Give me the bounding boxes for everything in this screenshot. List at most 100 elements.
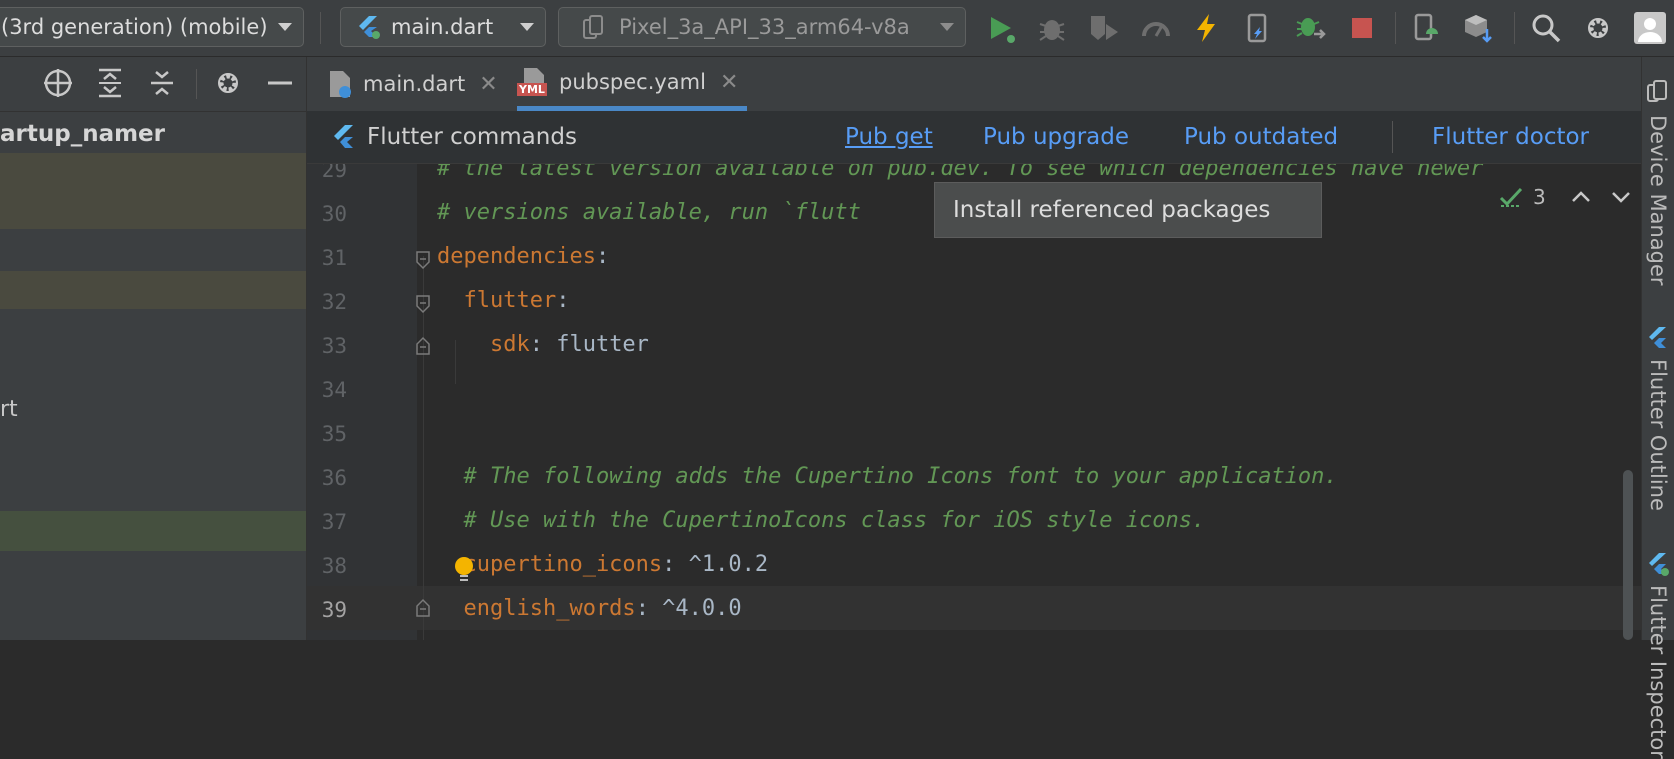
toolbar-separator <box>320 12 321 44</box>
highlighted-tree-row[interactable] <box>0 153 306 229</box>
tab-main-dart[interactable]: main.dart ✕ <box>327 57 513 111</box>
fold-open-icon[interactable] <box>415 294 431 314</box>
chevron-down-icon <box>278 23 292 31</box>
device-selector-dropdown[interactable]: Pixel_3a_API_33_arm64-v8a <box>558 7 966 47</box>
search-icon[interactable] <box>1530 12 1562 44</box>
hot-restart-icon[interactable] <box>1242 12 1274 44</box>
tab-label: pubspec.yaml <box>559 70 706 94</box>
locate-file-icon[interactable] <box>42 67 74 99</box>
main-toolbar: (3rd generation) (mobile) main.dart Pixe… <box>0 0 1674 57</box>
line-number: 35 <box>321 422 347 446</box>
line-number: 38 <box>321 554 347 578</box>
run-with-coverage-icon[interactable] <box>1088 12 1120 44</box>
commands-separator <box>1392 121 1393 153</box>
stop-icon[interactable] <box>1346 12 1378 44</box>
line-number: 31 <box>321 246 347 270</box>
header-separator <box>196 69 197 99</box>
code-line[interactable]: # The following adds the Cupertino Icons… <box>437 464 1338 489</box>
debug-icon[interactable] <box>1036 12 1068 44</box>
code-token: # the latest version available on pub.de… <box>437 164 1484 181</box>
code-token: flutter <box>437 288 557 313</box>
inspection-widget[interactable]: 3 <box>1499 182 1632 212</box>
line-number: 29 <box>321 164 347 182</box>
code-token: : <box>556 288 570 313</box>
right-tool-window-strip: Device Manager Flutter Outline Flutter I… <box>1641 57 1674 759</box>
attach-debugger-icon[interactable] <box>1294 12 1326 44</box>
project-root-label[interactable]: artup_namer <box>0 121 165 147</box>
pub-get-tooltip: Install referenced packages <box>934 182 1322 238</box>
code-token: # The following adds the Cupertino Icons… <box>437 464 1338 489</box>
fold-end-icon[interactable] <box>415 336 431 356</box>
device-config-label: (3rd generation) (mobile) <box>1 15 268 39</box>
user-icon <box>1638 18 1662 42</box>
pub-outdated-link[interactable]: Pub outdated <box>1184 124 1338 150</box>
flutter-doctor-link[interactable]: Flutter doctor <box>1432 124 1589 150</box>
code-line[interactable]: flutter: <box>437 288 569 313</box>
chevron-down-icon <box>520 23 534 31</box>
close-tab-icon[interactable]: ✕ <box>479 72 497 97</box>
code-line[interactable]: english_words: ^4.0.0 <box>437 596 742 621</box>
line-number: 39 <box>321 598 347 622</box>
avatar[interactable] <box>1634 12 1666 44</box>
intention-bulb-icon[interactable] <box>453 556 475 584</box>
code-line[interactable]: cupertino_icons: ^1.0.2 <box>437 552 768 577</box>
tree-item-partial[interactable]: rt <box>0 397 18 422</box>
device-config-dropdown[interactable]: (3rd generation) (mobile) <box>0 7 304 47</box>
code-token: : ^1.0.2 <box>662 552 769 577</box>
device-manager-icon <box>1647 80 1667 102</box>
code-token: sdk <box>437 332 530 357</box>
code-line[interactable]: sdk: flutter <box>437 332 649 357</box>
flutter-icon <box>359 16 380 39</box>
pub-get-link[interactable]: Pub get <box>845 124 933 150</box>
chevron-down-icon <box>940 23 954 31</box>
code-token: : ^4.0.0 <box>635 596 742 621</box>
yaml-file-icon: YML <box>517 66 551 98</box>
settings-gear-icon[interactable] <box>1582 12 1614 44</box>
code-token: english_words <box>437 596 636 621</box>
collapse-all-icon[interactable] <box>146 67 178 99</box>
flutter-inspector-tool-button[interactable]: Flutter Inspector <box>1646 585 1670 759</box>
settings-gear-icon[interactable] <box>212 67 244 99</box>
device-manager-tool-button[interactable]: Device Manager <box>1646 115 1670 286</box>
code-token: : <box>595 244 610 269</box>
next-highlight-icon[interactable] <box>1610 189 1632 205</box>
code-token: # Use with the CupertinoIcons class for … <box>437 508 1206 533</box>
device-manager-icon[interactable] <box>1410 12 1442 44</box>
hot-reload-icon[interactable] <box>1190 12 1222 44</box>
sdk-manager-icon[interactable] <box>1462 12 1494 44</box>
code-token: # versions available, run `flutt <box>437 200 861 225</box>
code-line[interactable]: dependencies: <box>437 244 609 269</box>
fold-open-icon[interactable] <box>415 250 431 270</box>
code-line[interactable]: # versions available, run `flutt <box>437 200 861 225</box>
fold-end-icon[interactable] <box>415 598 431 618</box>
pub-upgrade-link[interactable]: Pub upgrade <box>983 124 1129 150</box>
project-panel-header <box>0 57 306 112</box>
code-line[interactable]: # the latest version available on pub.de… <box>437 164 1483 181</box>
run-icon[interactable] <box>984 12 1016 44</box>
code-token: : flutter <box>529 332 649 357</box>
line-number: 37 <box>321 510 347 534</box>
inspection-count: 3 <box>1533 185 1546 209</box>
selected-tree-row[interactable] <box>0 511 306 551</box>
highlighted-tree-row[interactable] <box>0 271 306 309</box>
project-panel: artup_namer rt <box>0 57 307 640</box>
line-number: 36 <box>321 466 347 490</box>
tab-label: main.dart <box>363 72 466 96</box>
run-config-dropdown[interactable]: main.dart <box>340 7 546 47</box>
code-line[interactable]: # Use with the CupertinoIcons class for … <box>437 508 1205 533</box>
expand-all-icon[interactable] <box>94 67 126 99</box>
toolbar-separator <box>1395 12 1396 44</box>
vertical-scrollbar-thumb[interactable] <box>1623 470 1633 640</box>
line-number: 30 <box>321 202 347 226</box>
hide-panel-icon[interactable] <box>264 67 296 99</box>
profiler-icon[interactable] <box>1140 12 1172 44</box>
dart-file-icon <box>330 71 351 98</box>
editor-tab-bar: main.dart ✕ YML pubspec.yaml ✕ <box>307 57 1641 112</box>
code-token: dependencies <box>437 244 596 269</box>
flutter-outline-tool-button[interactable]: Flutter Outline <box>1646 359 1670 511</box>
toolbar-separator <box>1514 12 1515 44</box>
close-tab-icon[interactable]: ✕ <box>720 70 738 95</box>
tab-pubspec-yaml[interactable]: YML pubspec.yaml ✕ <box>517 57 747 107</box>
previous-highlight-icon[interactable] <box>1570 189 1592 205</box>
flutter-icon <box>334 125 353 148</box>
